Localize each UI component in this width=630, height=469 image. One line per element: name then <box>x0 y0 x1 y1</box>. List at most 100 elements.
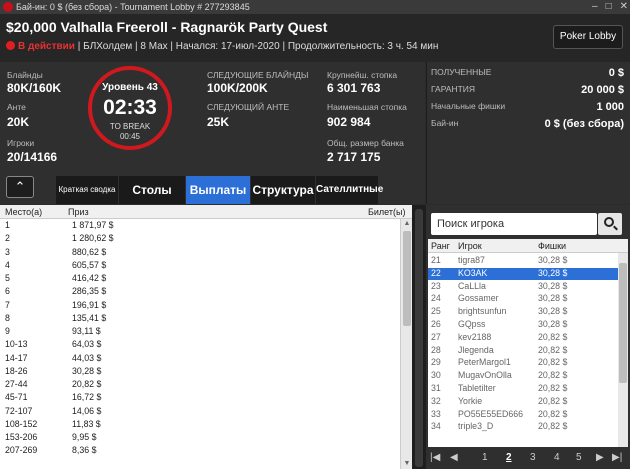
largest-stack-value: 6 301 763 <box>327 81 381 95</box>
list-item[interactable]: 34 triple3_D 20,82 $ <box>428 421 618 433</box>
next-page-icon[interactable]: ▶ <box>596 452 604 463</box>
place-cell: 153-206 <box>5 432 38 442</box>
players-scrollbar[interactable] <box>618 253 628 447</box>
list-item[interactable]: 23 CaLLla 30,28 $ <box>428 281 618 293</box>
player-name-cell: kev2188 <box>458 331 492 342</box>
prize-cell: 9,95 $ <box>72 432 97 442</box>
place-cell: 6 <box>5 286 10 297</box>
player-name-cell: CaLLla <box>458 280 486 291</box>
prize-cell: 30,28 $ <box>72 365 102 376</box>
rank-cell: 32 <box>431 395 441 406</box>
list-item[interactable]: 27 kev2188 20,82 $ <box>428 332 618 344</box>
player-name-cell: PeterMargol1 <box>458 357 511 368</box>
tab-structure[interactable]: Структура <box>251 176 315 204</box>
place-cell: 14-17 <box>5 352 28 363</box>
last-page-icon[interactable]: ▶| <box>612 452 622 463</box>
tournament-details: В действии | БЛХолдем | 8 Max | Начался:… <box>6 41 438 52</box>
scroll-thumb[interactable] <box>403 231 411 326</box>
place-cell: 4 <box>5 259 10 270</box>
col-rank[interactable]: Ранг <box>431 241 450 251</box>
tab-tables[interactable]: Столы <box>119 176 185 204</box>
blinds-label: Блайнды <box>7 70 43 80</box>
chips-cell: 20,82 $ <box>538 357 568 368</box>
table-row: 6 286,35 $ <box>0 286 400 298</box>
table-row: 207-269 8,36 $ <box>0 445 400 457</box>
page-4[interactable]: 4 <box>554 452 560 463</box>
table-row: 3 880,62 $ <box>0 247 400 259</box>
panel-scrollbar[interactable] <box>412 205 426 469</box>
status-label: В действии <box>18 41 75 52</box>
list-item[interactable]: 22 KO3AK 30,28 $ <box>428 267 618 280</box>
prize-cell: 135,41 $ <box>72 312 107 323</box>
player-name-cell: KO3AK <box>458 267 488 278</box>
chips-cell: 30,28 $ <box>538 280 568 291</box>
table-row: 18-26 30,28 $ <box>0 366 400 378</box>
list-item[interactable]: 33 PO55E55ED666 20,82 $ <box>428 409 618 421</box>
chips-cell: 30,28 $ <box>538 255 568 265</box>
table-row: 153-206 9,95 $ <box>0 432 400 444</box>
rank-cell: 28 <box>431 344 441 355</box>
tab-summary[interactable]: Краткая сводка <box>56 176 118 204</box>
page-1[interactable]: 1 <box>482 452 488 463</box>
player-name-cell: tigra87 <box>458 255 485 265</box>
player-name-cell: Jlegenda <box>458 344 494 355</box>
panel-scroll-thumb[interactable] <box>415 209 423 467</box>
players-list: Ранг Игрок Фишки 21 tigra87 30,28 $ 22 KO3AK… <box>428 239 628 447</box>
col-tickets[interactable]: Билет(ы) <box>368 207 405 217</box>
chips-cell: 20,82 $ <box>538 370 568 381</box>
tab-payouts[interactable]: Выплаты <box>186 176 250 204</box>
first-page-icon[interactable]: |◀ <box>430 452 440 463</box>
rank-cell: 21 <box>431 255 441 265</box>
window-title: Бай-ин: 0 $ (без сбора) - Tournament Lob… <box>16 2 250 12</box>
ante-value: 20K <box>7 115 30 129</box>
minimize-icon[interactable]: – <box>592 0 598 14</box>
prize-cell: 286,35 $ <box>72 286 107 297</box>
payouts-scrollbar[interactable]: ▲ ▼ <box>400 219 412 469</box>
place-cell: 207-269 <box>5 445 38 456</box>
list-item[interactable]: 28 Jlegenda 20,82 $ <box>428 345 618 357</box>
collapse-button[interactable]: ⌃ <box>6 176 34 198</box>
list-item[interactable]: 30 MugavOnOlla 20,82 $ <box>428 370 618 382</box>
page-2[interactable]: 2 <box>506 452 512 463</box>
page-3[interactable]: 3 <box>530 452 536 463</box>
player-search-input[interactable]: Поиск игрока <box>431 213 597 235</box>
place-cell: 7 <box>5 299 10 310</box>
to-break-label: TO BREAK <box>109 122 151 131</box>
col-chips[interactable]: Фишки <box>538 241 566 251</box>
list-item[interactable]: 25 brightsunfun 30,28 $ <box>428 306 618 318</box>
players-scroll-thumb[interactable] <box>619 263 627 383</box>
prev-page-icon[interactable]: ◀ <box>450 452 458 463</box>
player-name-cell: Gossamer <box>458 293 499 304</box>
tournament-header: $20,000 Valhalla Freeroll - Ragnarök Par… <box>0 14 630 62</box>
maximize-icon[interactable]: □ <box>606 0 612 14</box>
prize-cell: 8,36 $ <box>72 445 97 456</box>
player-name-cell: Yorkie <box>458 395 483 406</box>
search-icon-handle <box>613 225 618 231</box>
rank-cell: 29 <box>431 357 441 368</box>
players-value: 20/14166 <box>7 150 58 164</box>
search-button[interactable] <box>598 213 622 235</box>
close-icon[interactable]: ✕ <box>620 0 628 14</box>
table-row: 14-17 44,03 $ <box>0 353 400 365</box>
break-timer: 00:45 <box>119 132 141 141</box>
player-name-cell: GQpss <box>458 319 486 329</box>
list-item[interactable]: 32 Yorkie 20,82 $ <box>428 396 618 408</box>
col-prize[interactable]: Приз <box>68 207 89 217</box>
list-item[interactable]: 26 GQpss 30,28 $ <box>428 319 618 331</box>
tab-satellites[interactable]: Сателлитные <box>316 176 383 204</box>
details-text: | БЛХолдем | 8 Max | Начался: 17-июл-202… <box>77 41 439 52</box>
col-place[interactable]: Место(а) <box>5 207 42 217</box>
page-5[interactable]: 5 <box>576 452 582 463</box>
level-label: Уровень 43 <box>102 82 158 93</box>
list-item[interactable]: 21 tigra87 30,28 $ <box>428 255 618 267</box>
list-item[interactable]: 31 Tabletilter 20,82 $ <box>428 383 618 395</box>
bank-value: 2 717 175 <box>327 150 381 164</box>
list-item[interactable]: 29 PeterMargol1 20,82 $ <box>428 357 618 369</box>
poker-lobby-button[interactable]: Poker Lobby <box>553 25 623 49</box>
col-player[interactable]: Игрок <box>458 241 482 251</box>
place-cell: 45-71 <box>5 392 28 403</box>
smallest-stack-label: Наименьшая стопка <box>327 102 407 112</box>
prize-cell: 605,57 $ <box>72 259 107 270</box>
list-item[interactable]: 24 Gossamer 30,28 $ <box>428 293 618 305</box>
prize-cell: 44,03 $ <box>72 352 102 363</box>
